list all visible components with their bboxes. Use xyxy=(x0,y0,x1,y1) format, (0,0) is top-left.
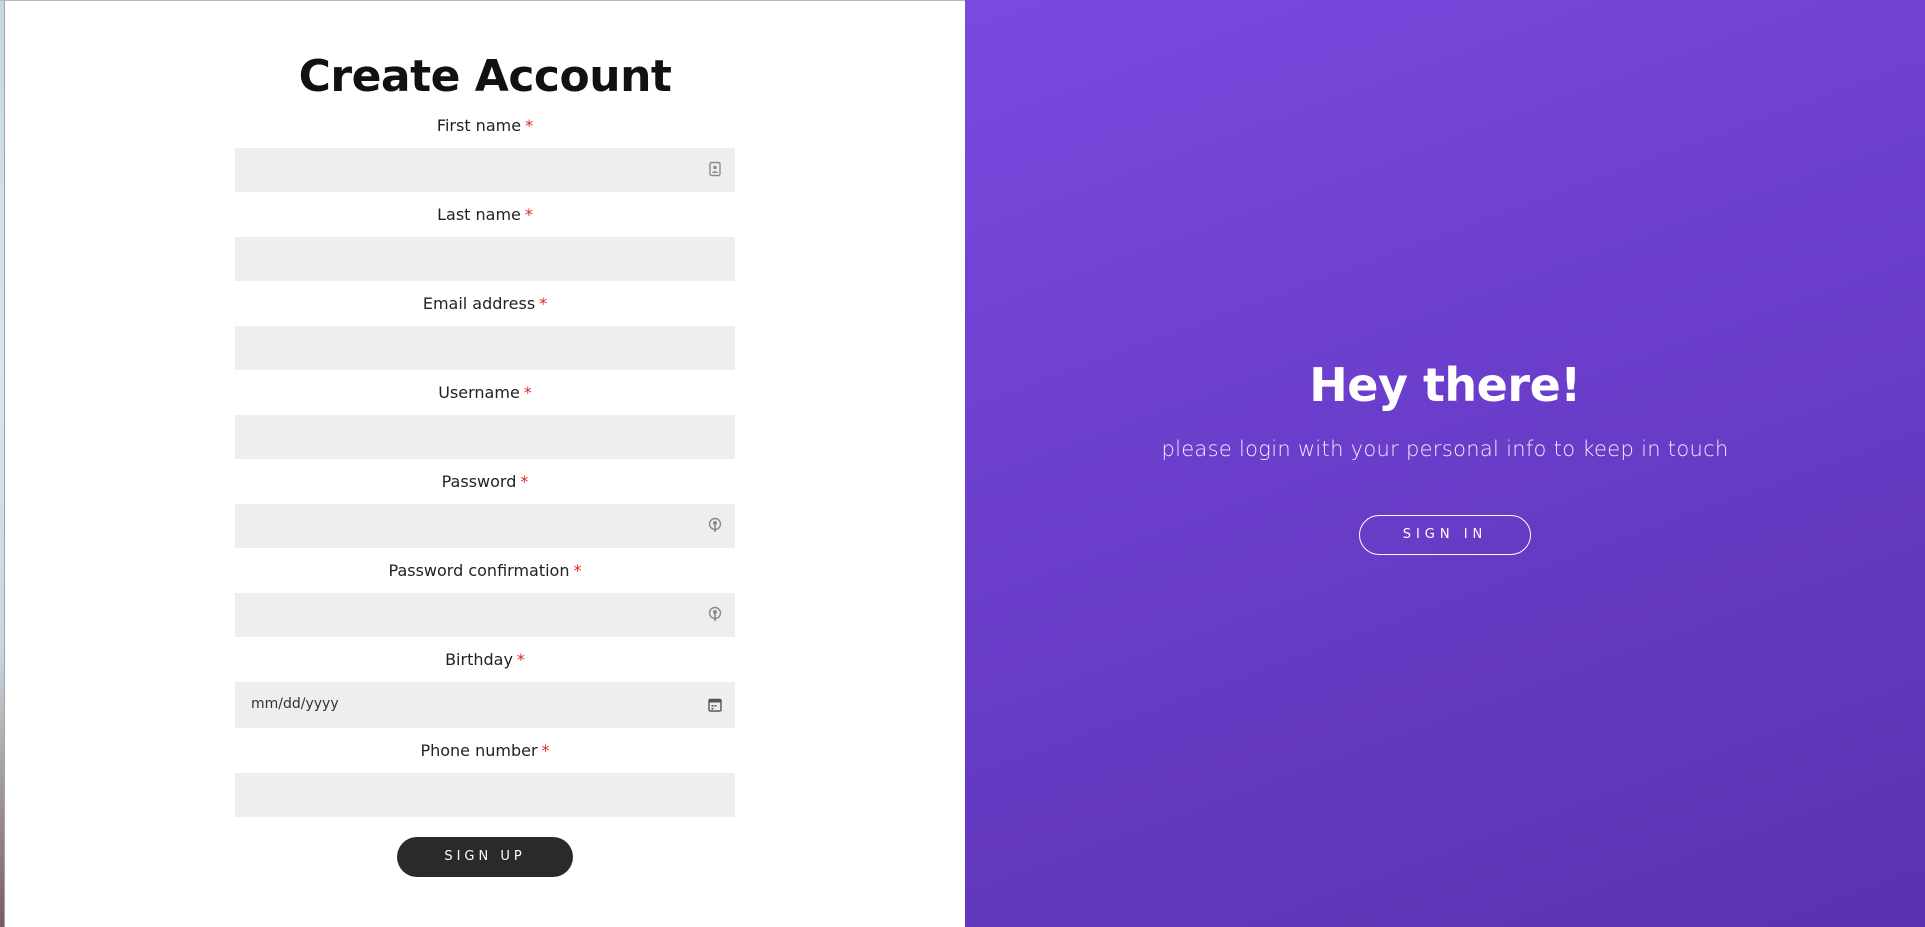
last-name-label: Last name * xyxy=(235,205,735,224)
required-marker: * xyxy=(573,561,582,580)
required-marker: * xyxy=(525,116,534,135)
birthday-label: Birthday * xyxy=(235,650,735,669)
required-marker: * xyxy=(539,294,548,313)
username-input[interactable] xyxy=(235,415,735,459)
sign-in-button[interactable]: SIGN IN xyxy=(1359,515,1531,555)
birthday-input[interactable]: mm/dd/yyyy xyxy=(235,682,735,728)
password-input[interactable] xyxy=(235,504,735,548)
first-name-label: First name * xyxy=(235,116,735,135)
signup-form-panel: Create Account First name * Last name * Em… xyxy=(5,1,965,927)
password-label-text: Password xyxy=(441,472,517,491)
email-label-text: Email address xyxy=(422,294,536,313)
birthday-label-text: Birthday xyxy=(445,650,513,669)
required-marker: * xyxy=(541,741,550,760)
last-name-input[interactable] xyxy=(235,237,735,281)
promo-subtitle: please login with your personal info to … xyxy=(1161,437,1729,461)
promo-panel: Hey there! please login with your person… xyxy=(965,0,1925,927)
promo-title: Hey there! xyxy=(1309,358,1581,412)
required-marker: * xyxy=(520,472,529,491)
key-icon[interactable] xyxy=(707,606,723,622)
password-label: Password * xyxy=(235,472,735,491)
password-confirmation-label-text: Password confirmation xyxy=(388,561,570,580)
contact-card-icon[interactable] xyxy=(707,161,723,177)
birthday-placeholder: mm/dd/yyyy xyxy=(251,696,339,712)
required-marker: * xyxy=(516,650,525,669)
sign-up-button[interactable]: SIGN UP xyxy=(397,837,573,877)
phone-label-text: Phone number xyxy=(420,741,538,760)
username-label-text: Username xyxy=(438,383,520,402)
last-name-label-text: Last name xyxy=(437,205,521,224)
calendar-icon[interactable] xyxy=(707,697,723,713)
first-name-label-text: First name xyxy=(436,116,522,135)
page-title: Create Account xyxy=(298,51,672,102)
required-marker: * xyxy=(524,205,533,224)
password-confirmation-label: Password confirmation * xyxy=(235,561,735,580)
username-label: Username * xyxy=(235,383,735,402)
phone-input[interactable] xyxy=(235,773,735,817)
key-icon[interactable] xyxy=(707,517,723,533)
first-name-input[interactable] xyxy=(235,148,735,192)
required-marker: * xyxy=(523,383,532,402)
signup-page: Create Account First name * Last name * Em… xyxy=(0,0,1925,927)
password-confirmation-input[interactable] xyxy=(235,593,735,637)
phone-label: Phone number * xyxy=(235,741,735,760)
email-input[interactable] xyxy=(235,326,735,370)
email-label: Email address * xyxy=(235,294,735,313)
